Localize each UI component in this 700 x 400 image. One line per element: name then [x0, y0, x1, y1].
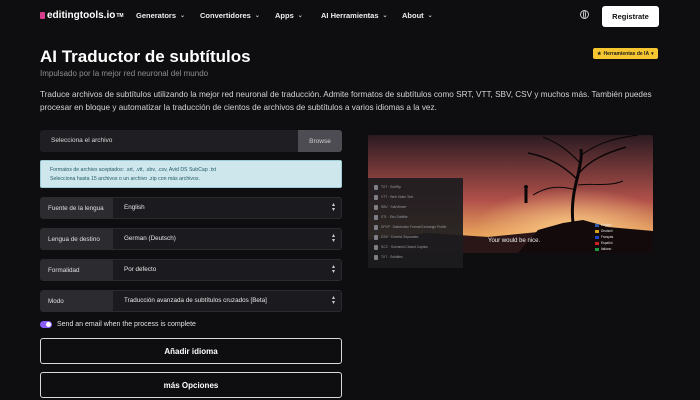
email-notification-label: Send an email when the process is comple…	[57, 321, 196, 328]
chevron-down-icon: ⌄	[180, 13, 186, 19]
chevron-down-icon: ⌄	[297, 13, 303, 19]
file-icon	[374, 214, 378, 220]
list-item: TXT · Subtitles	[374, 253, 459, 261]
info-line-limit: Selecciona hasta 15 archivos o un archiv…	[50, 176, 200, 182]
file-icon	[374, 254, 378, 260]
subtitle-format-list: TXT · SubRip VTT · Web Video Text SBV · …	[368, 178, 463, 268]
accepted-formats-info: Formatos de archivo aceptados: .srt, .vt…	[40, 160, 342, 188]
file-select-label: Selecciona el archivo	[51, 137, 113, 144]
field-value: German (Deutsch)	[124, 235, 176, 242]
flag-icon	[595, 247, 599, 251]
select-arrows-icon: ▴ ▾	[331, 264, 335, 275]
nav-item-label: AI Herramientas	[321, 11, 379, 20]
chevron-down-icon: ⌄	[254, 13, 260, 19]
file-icon	[374, 224, 378, 230]
field-label: Modo	[41, 291, 113, 311]
field-value: English	[124, 204, 145, 211]
list-item: CSV · Comma Separated	[374, 233, 459, 241]
nav-item-ai-herramientas[interactable]: AI Herramientas ⌄	[321, 11, 388, 20]
browse-button[interactable]: Browse	[298, 130, 342, 152]
register-button[interactable]: Registrate	[602, 6, 659, 27]
list-item: SBV · SubViewer	[374, 203, 459, 211]
badge-label: Herramientas de IA	[603, 50, 650, 57]
list-item: DFXP · Distribution Format Exchange Prof…	[374, 223, 459, 231]
caret-down-icon: ▾	[651, 50, 654, 57]
star-icon: ★	[597, 50, 602, 57]
nav-item-about[interactable]: About ⌄	[402, 11, 433, 20]
nav-item-label: Apps	[275, 11, 294, 20]
logo-mark-icon	[40, 12, 45, 19]
page-title: AI Traductor de subtítulos	[40, 47, 251, 66]
chevron-down-icon: ⌄	[382, 13, 388, 19]
nav-item-label: Convertidores	[200, 11, 251, 20]
email-notification-toggle[interactable]	[40, 321, 52, 328]
subtitle-caption: Your would be nice.	[488, 238, 541, 244]
logo[interactable]: editingtools.io TM	[40, 10, 124, 21]
flag-icon	[595, 235, 599, 239]
nav-item-label: About	[402, 11, 424, 20]
field-value: Por defecto	[124, 266, 157, 273]
field-label: Fuente de la lengua	[41, 198, 113, 218]
mode-select[interactable]: Modo Traducción avanzada de subtítulos c…	[40, 290, 342, 312]
field-label: Formalidad	[41, 260, 113, 280]
list-item: VTT · Web Video Text	[374, 193, 459, 201]
file-icon	[374, 194, 378, 200]
globe-icon[interactable]	[580, 10, 589, 19]
ai-tools-badge[interactable]: ★ Herramientas de IA ▾	[593, 48, 658, 59]
logo-trademark: TM	[116, 12, 124, 19]
formality-select[interactable]: Formalidad Por defecto ▴ ▾	[40, 259, 342, 281]
list-item: Italiano	[595, 246, 613, 252]
nav-item-convertidores[interactable]: Convertidores ⌄	[200, 11, 260, 20]
page-description: Traduce archivos de subtítulos utilizand…	[40, 90, 652, 112]
file-icon	[374, 234, 378, 240]
file-icon	[374, 204, 378, 210]
nav-item-label: Generators	[136, 11, 177, 20]
file-select-input[interactable]: Selecciona el archivo Browse	[40, 130, 342, 152]
language-list: English Deutsch Français Español Italian…	[595, 222, 613, 252]
select-arrows-icon: ▴ ▾	[331, 295, 335, 306]
flag-icon	[595, 241, 599, 245]
select-arrows-icon: ▴ ▾	[331, 233, 335, 244]
chevron-down-icon: ⌄	[427, 13, 433, 19]
file-icon	[374, 184, 378, 190]
page-subtitle: Impulsado por la mejor red neuronal del …	[40, 69, 209, 78]
target-language-select[interactable]: Lengua de destino German (Deutsch) ▴ ▾	[40, 228, 342, 250]
field-label: Lengua de destino	[41, 229, 113, 249]
nav-item-apps[interactable]: Apps ⌄	[275, 11, 303, 20]
list-item: STL · Ebu Subtitle	[374, 213, 459, 221]
select-arrows-icon: ▴ ▾	[331, 202, 335, 213]
field-value: Traducción avanzada de subtítulos cruzad…	[124, 297, 267, 304]
top-navigation: editingtools.io TM Generators ⌄ Converti…	[0, 0, 700, 32]
list-item: TXT · SubRip	[374, 183, 459, 191]
more-options-button[interactable]: más Opciones	[40, 372, 342, 398]
logo-text: editingtools.io	[47, 10, 116, 21]
add-language-button[interactable]: Añadir idioma	[40, 338, 342, 364]
info-line-formats: Formatos de archivo aceptados: .srt, .vt…	[50, 167, 217, 173]
nav-item-generators[interactable]: Generators ⌄	[136, 11, 185, 20]
source-language-select[interactable]: Fuente de la lengua English ▴ ▾	[40, 197, 342, 219]
flag-icon	[595, 223, 599, 227]
list-item: SCC · Scenarist Closed Caption	[374, 243, 459, 251]
flag-icon	[595, 229, 599, 233]
file-icon	[374, 244, 378, 250]
